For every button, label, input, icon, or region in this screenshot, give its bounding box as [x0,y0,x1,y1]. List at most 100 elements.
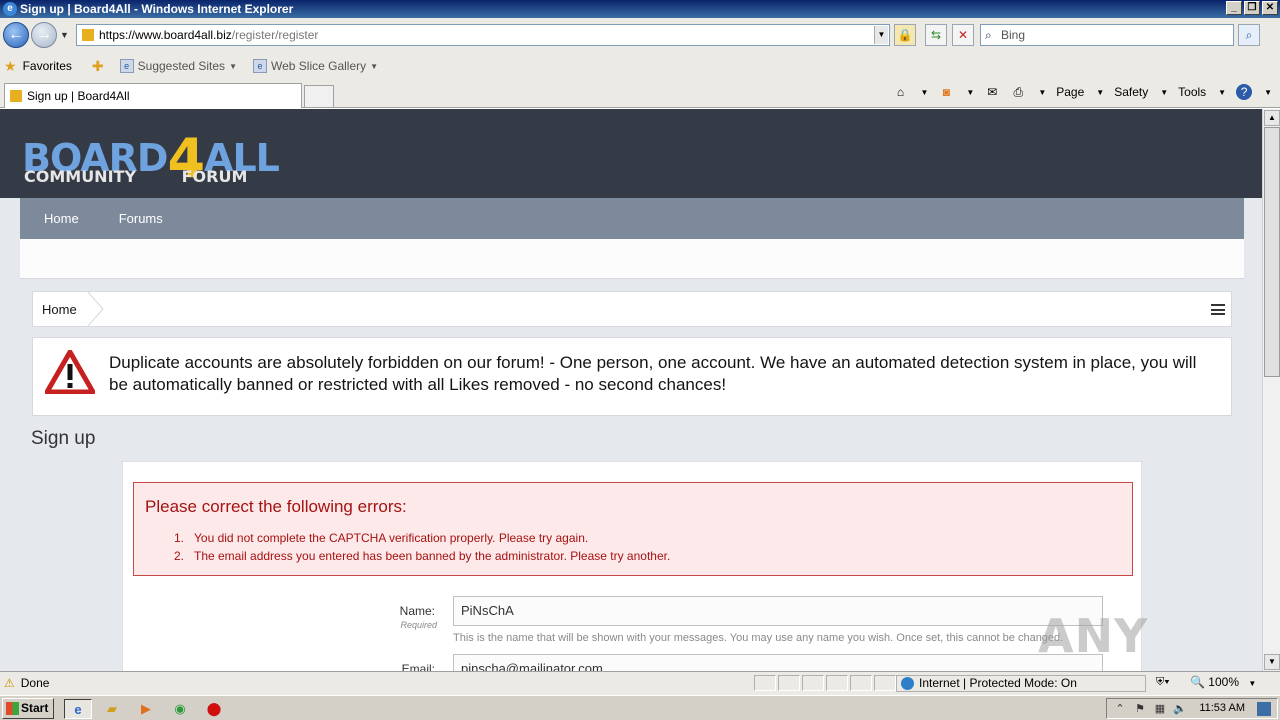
status-segment [850,675,872,691]
scroll-thumb[interactable] [1264,127,1280,377]
minimize-button[interactable]: _ [1226,1,1242,15]
scroll-up-icon[interactable]: ▲ [1264,110,1280,126]
error-number: 1. [174,531,185,545]
explorer-folder-icon[interactable]: ▰ [98,699,126,719]
zoom-icon: 🔍 [1190,675,1205,689]
add-favorites-icon[interactable]: ✚ [92,58,104,75]
favorites-button[interactable]: Favorites [23,59,72,73]
suggested-sites-link[interactable]: e Suggested Sites ▼ [119,59,237,73]
breadcrumb-home[interactable]: Home [42,302,77,317]
new-tab-button[interactable] [304,85,334,107]
zoom-text: 100% [1208,675,1239,689]
error-text: The email address you entered has been b… [194,549,671,563]
safety-menu[interactable]: Safety [1114,85,1148,99]
ie-logo-icon: e [3,2,17,16]
favorites-star-icon[interactable]: ★ [4,58,17,75]
compatibility-view-icon[interactable]: ⇆ [925,24,947,46]
security-zone[interactable]: Internet | Protected Mode: On [896,675,1146,692]
restore-button[interactable]: ❐ [1244,1,1260,15]
taskbar: Start e ▰ ▶ ◉ ⬤ ⌃ ⚑ ▦ 🔈 11:53 AM [0,695,1280,720]
page-menu[interactable]: Page [1056,85,1084,99]
error-item: 1. You did not complete the CAPTCHA verif… [174,529,670,547]
suggested-sites-label: Suggested Sites [137,59,226,73]
window-titlebar: e Sign up | Board4All - Windows Internet… [0,0,1280,18]
scroll-down-icon[interactable]: ▼ [1264,654,1280,670]
tab-label: Sign up | Board4All [27,89,130,103]
chrome-icon[interactable]: ◉ [166,699,194,719]
nav-forums[interactable]: Forums [119,211,163,226]
globe-icon [901,677,914,690]
status-segment [754,675,776,691]
site-favicon-icon [82,29,94,41]
forward-button[interactable]: → [31,22,57,48]
status-segment [874,675,896,691]
error-title: Please correct the following errors: [145,497,407,516]
error-list: 1. You did not complete the CAPTCHA verif… [174,529,670,565]
close-window-button[interactable]: ✕ [1262,1,1278,15]
clock[interactable]: 11:53 AM [1199,699,1245,718]
list-menu-icon[interactable] [1211,304,1225,315]
warning-small-icon: ⚠ [4,676,15,690]
url-host: https://www.board4all.biz [99,28,232,42]
error-box: Please correct the following errors: 1. Y… [133,482,1133,576]
media-player-icon[interactable]: ▶ [132,699,160,719]
name-help-text: This is the name that will be shown with… [453,632,1064,644]
name-field[interactable]: PiNsChA [453,596,1103,626]
error-item: 2. The email address you entered has been… [174,547,670,565]
breadcrumb: Home [32,291,1232,327]
ie-page-icon: e [119,59,134,73]
duplicate-accounts-notice: Duplicate accounts are absolutely forbid… [32,337,1232,416]
logo-forum: FORUM [181,167,248,186]
status-segment [826,675,848,691]
tab-bar: Sign up | Board4All ⌂ ▼ ◙ ▼ ✉ ⎙ ▼ Page ▼ Saf… [0,80,1280,108]
address-bar[interactable]: https://www.board4all.biz/register/regis… [76,24,890,46]
notice-text: Duplicate accounts are absolutely forbid… [109,353,1197,394]
search-input[interactable]: ⌕ Bing [980,24,1234,46]
status-segment [802,675,824,691]
tools-menu[interactable]: Tools [1178,85,1206,99]
status-segment [778,675,800,691]
breadcrumb-chevron-icon [86,291,104,327]
stop-icon[interactable]: ✕ [952,24,974,46]
help-icon[interactable]: ? [1236,84,1253,100]
favorites-bar: ★ Favorites ✚ e Suggested Sites ▼ e Web … [0,52,1280,80]
print-icon[interactable]: ⎙ [1010,84,1026,100]
site-favicon-icon [10,90,22,102]
tray-expand-icon[interactable]: ⌃ [1113,702,1127,716]
home-icon[interactable]: ⌂ [892,84,908,100]
anyrun-watermark: ANY RUN [1038,609,1151,671]
back-button[interactable]: ← [3,22,29,48]
rss-feed-icon[interactable]: ◙ [938,84,954,100]
history-dropdown-icon[interactable]: ▼ [60,30,69,40]
address-dropdown-icon[interactable]: ▼ [874,26,888,44]
start-button[interactable]: Start [2,698,54,719]
search-icon: ⌕ [985,28,992,42]
search-placeholder: Bing [1001,28,1026,42]
logo-community: COMMUNITY [24,167,137,186]
error-text: You did not complete the CAPTCHA verific… [194,531,589,545]
name-label: Name: [399,604,435,618]
nav-home[interactable]: Home [44,211,79,226]
tab-sign-up[interactable]: Sign up | Board4All [4,83,302,108]
volume-icon[interactable]: 🔈 [1173,702,1187,716]
start-label: Start [21,701,49,715]
url-path: /register/register [231,28,319,42]
address-toolbar: ← → ▼ https://www.board4all.biz/register… [0,18,1280,52]
read-mail-icon[interactable]: ✉ [984,84,1000,100]
site-nav: Home Forums [20,198,1244,239]
security-lock-icon[interactable]: 🔒 [894,24,916,46]
protected-mode-icon[interactable]: ⛨▾ [1156,676,1170,689]
flag-icon[interactable]: ⚑ [1133,702,1147,716]
ie-page-icon: e [252,59,267,73]
zoom-control[interactable]: 🔍 100% ▼ [1190,675,1260,692]
ie-taskbar-icon[interactable]: e [64,699,92,719]
show-desktop-icon[interactable] [1257,702,1271,716]
email-field[interactable]: pinscha@mailinator.com [453,654,1103,671]
vertical-scrollbar[interactable]: ▲ ▼ [1262,109,1280,671]
search-go-button[interactable]: ⌕ [1238,24,1260,46]
web-slice-gallery-link[interactable]: e Web Slice Gallery ▼ [252,59,378,73]
stop-app-icon[interactable]: ⬤ [200,699,228,719]
site-logo[interactable]: BOARD4ALL COMMUNITY FORUM [22,117,312,195]
network-icon[interactable]: ▦ [1153,702,1167,716]
name-required-hint: Required [400,620,437,630]
